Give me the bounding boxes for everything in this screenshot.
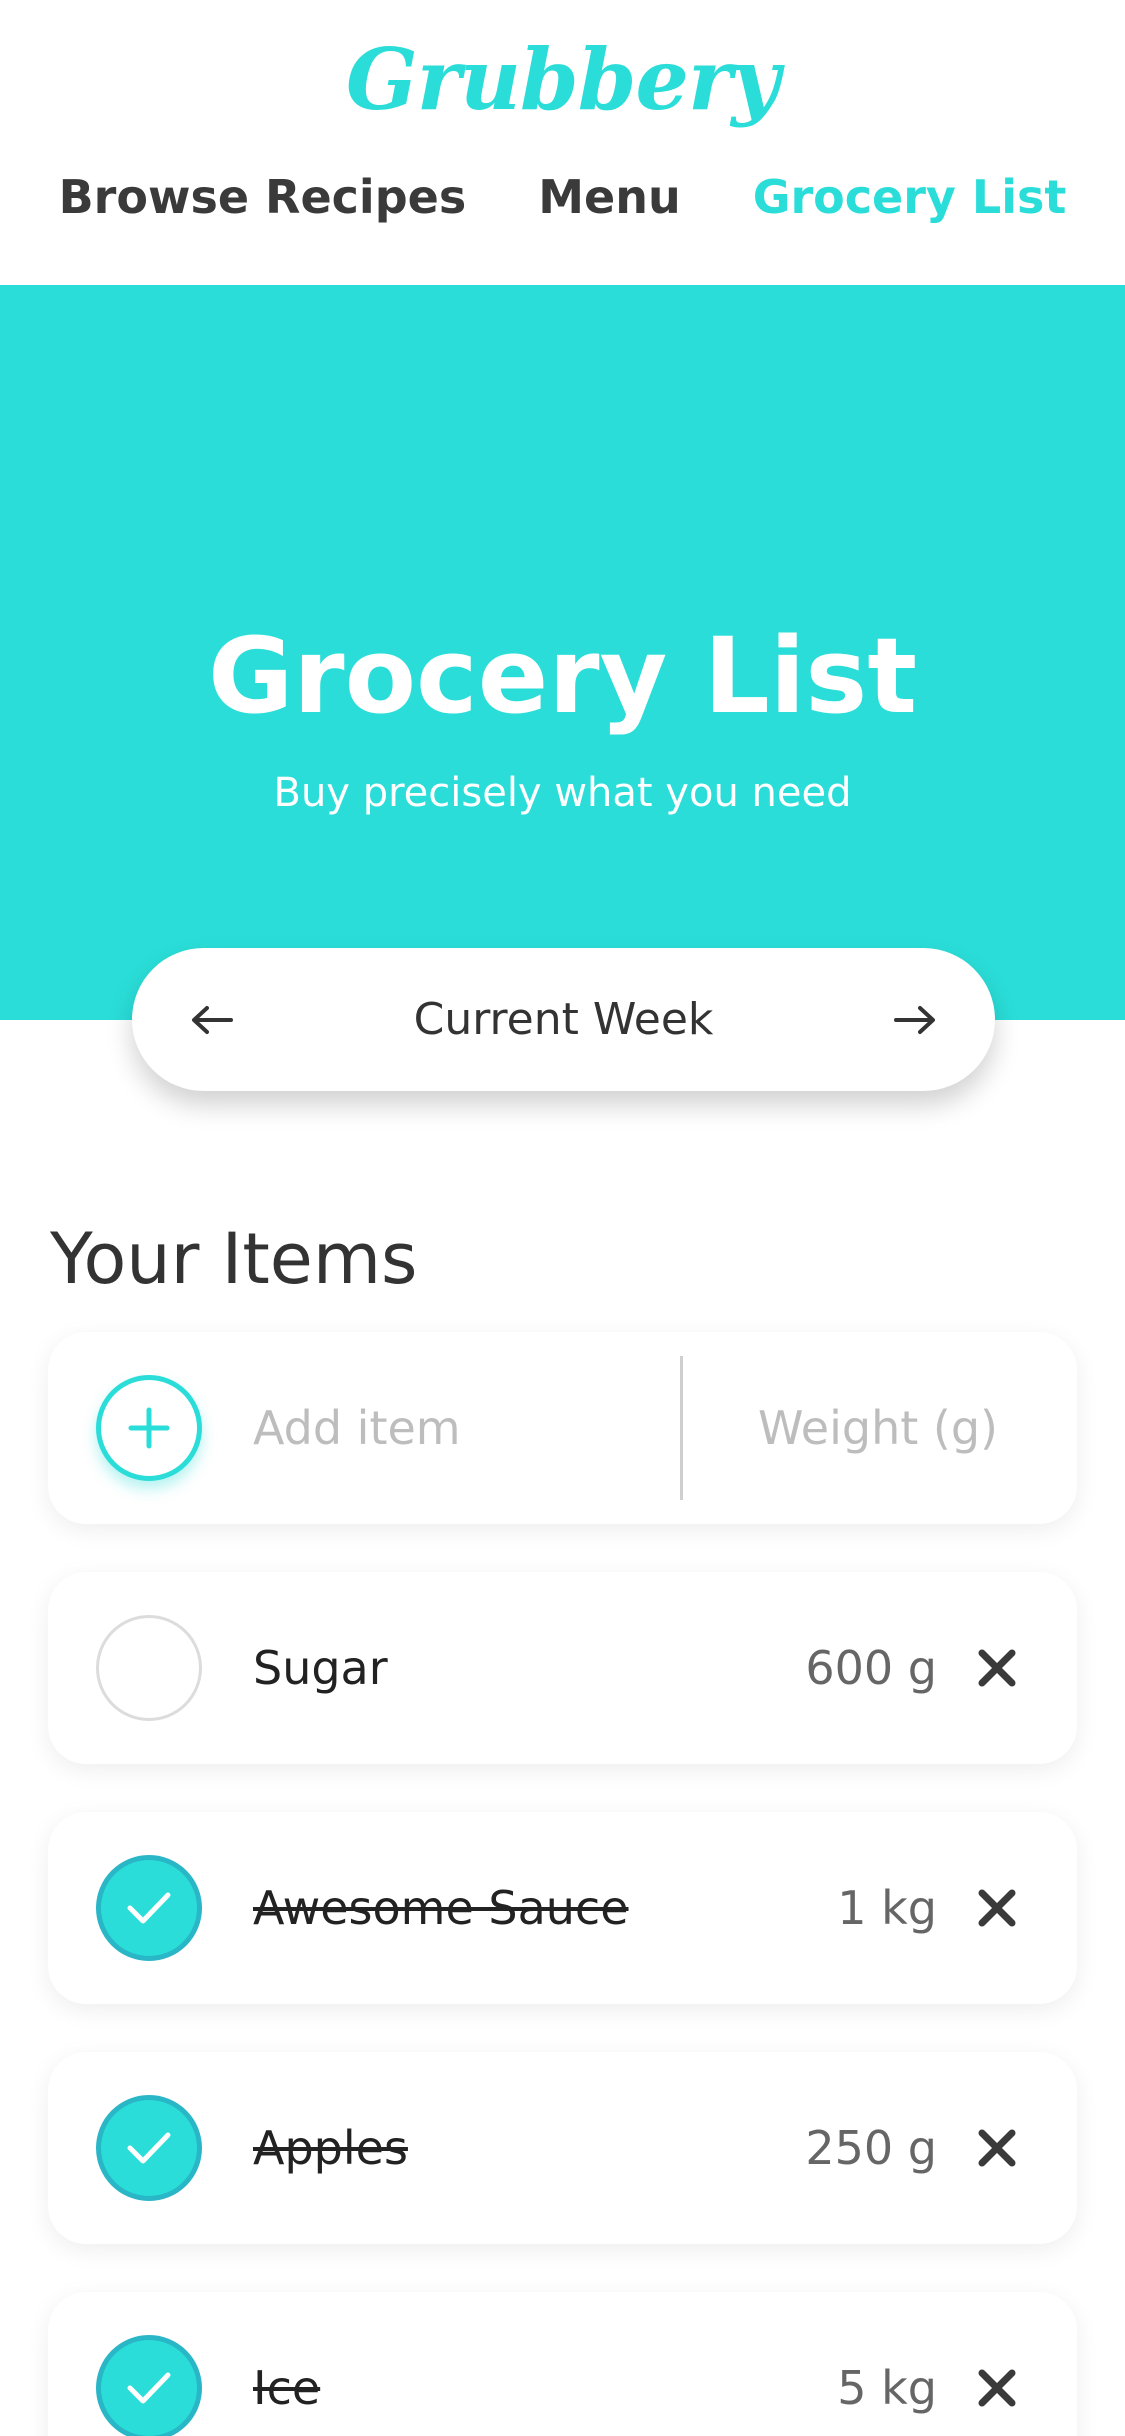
item-quantity: 1 kg: [837, 1881, 937, 1935]
add-item-input[interactable]: [253, 1382, 683, 1474]
page-subtitle: Buy precisely what you need: [273, 770, 852, 816]
input-divider: [680, 1356, 683, 1500]
arrow-right-icon: [894, 1005, 935, 1034]
grocery-item: Sugar 600 g: [48, 1572, 1077, 1764]
section-title: Your Items: [50, 1218, 418, 1300]
app-header: Grubbery Browse Recipes Menu Grocery Lis…: [0, 0, 1125, 285]
checkmark-icon: [127, 2372, 171, 2404]
nav-grocery-list[interactable]: Grocery List: [753, 170, 1067, 224]
close-icon: [978, 2369, 1016, 2407]
close-icon: [978, 1649, 1016, 1687]
remove-item-button[interactable]: [957, 1868, 1037, 1948]
item-name: Sugar: [253, 1641, 388, 1695]
item-checkbox[interactable]: [96, 1615, 202, 1721]
nav-browse-recipes[interactable]: Browse Recipes: [59, 170, 467, 224]
grocery-item: Awesome Sauce 1 kg: [48, 1812, 1077, 2004]
page-title: Grocery List: [207, 615, 918, 737]
logo[interactable]: Grubbery: [0, 30, 1125, 129]
checkmark-icon: [127, 1892, 171, 1924]
item-name: Ice: [253, 2361, 321, 2415]
item-quantity: 250 g: [805, 2121, 937, 2175]
item-name: Apples: [253, 2121, 408, 2175]
hero-banner: Grocery List Buy precisely what you need: [0, 285, 1125, 1020]
close-icon: [978, 1889, 1016, 1927]
weight-input[interactable]: [708, 1382, 1048, 1474]
item-checkbox[interactable]: [96, 1855, 202, 1961]
grocery-item: Apples 250 g: [48, 2052, 1077, 2244]
nav-menu[interactable]: Menu: [538, 170, 680, 224]
remove-item-button[interactable]: [957, 1628, 1037, 1708]
add-item-card: [48, 1332, 1077, 1524]
grocery-item: Ice 5 kg: [48, 2292, 1077, 2436]
item-quantity: 5 kg: [837, 2361, 937, 2415]
item-name: Awesome Sauce: [253, 1881, 629, 1935]
week-selector: Current Week: [132, 948, 995, 1091]
remove-item-button[interactable]: [957, 2348, 1037, 2428]
remove-item-button[interactable]: [957, 2108, 1037, 2188]
close-icon: [978, 2129, 1016, 2167]
checkmark-icon: [127, 2132, 171, 2164]
item-quantity: 600 g: [805, 1641, 937, 1695]
plus-icon: [128, 1407, 170, 1449]
add-item-button[interactable]: [96, 1375, 202, 1481]
main-nav: Browse Recipes Menu Grocery List: [0, 170, 1125, 224]
next-week-button[interactable]: [865, 948, 965, 1091]
item-checkbox[interactable]: [96, 2335, 202, 2436]
item-checkbox[interactable]: [96, 2095, 202, 2201]
